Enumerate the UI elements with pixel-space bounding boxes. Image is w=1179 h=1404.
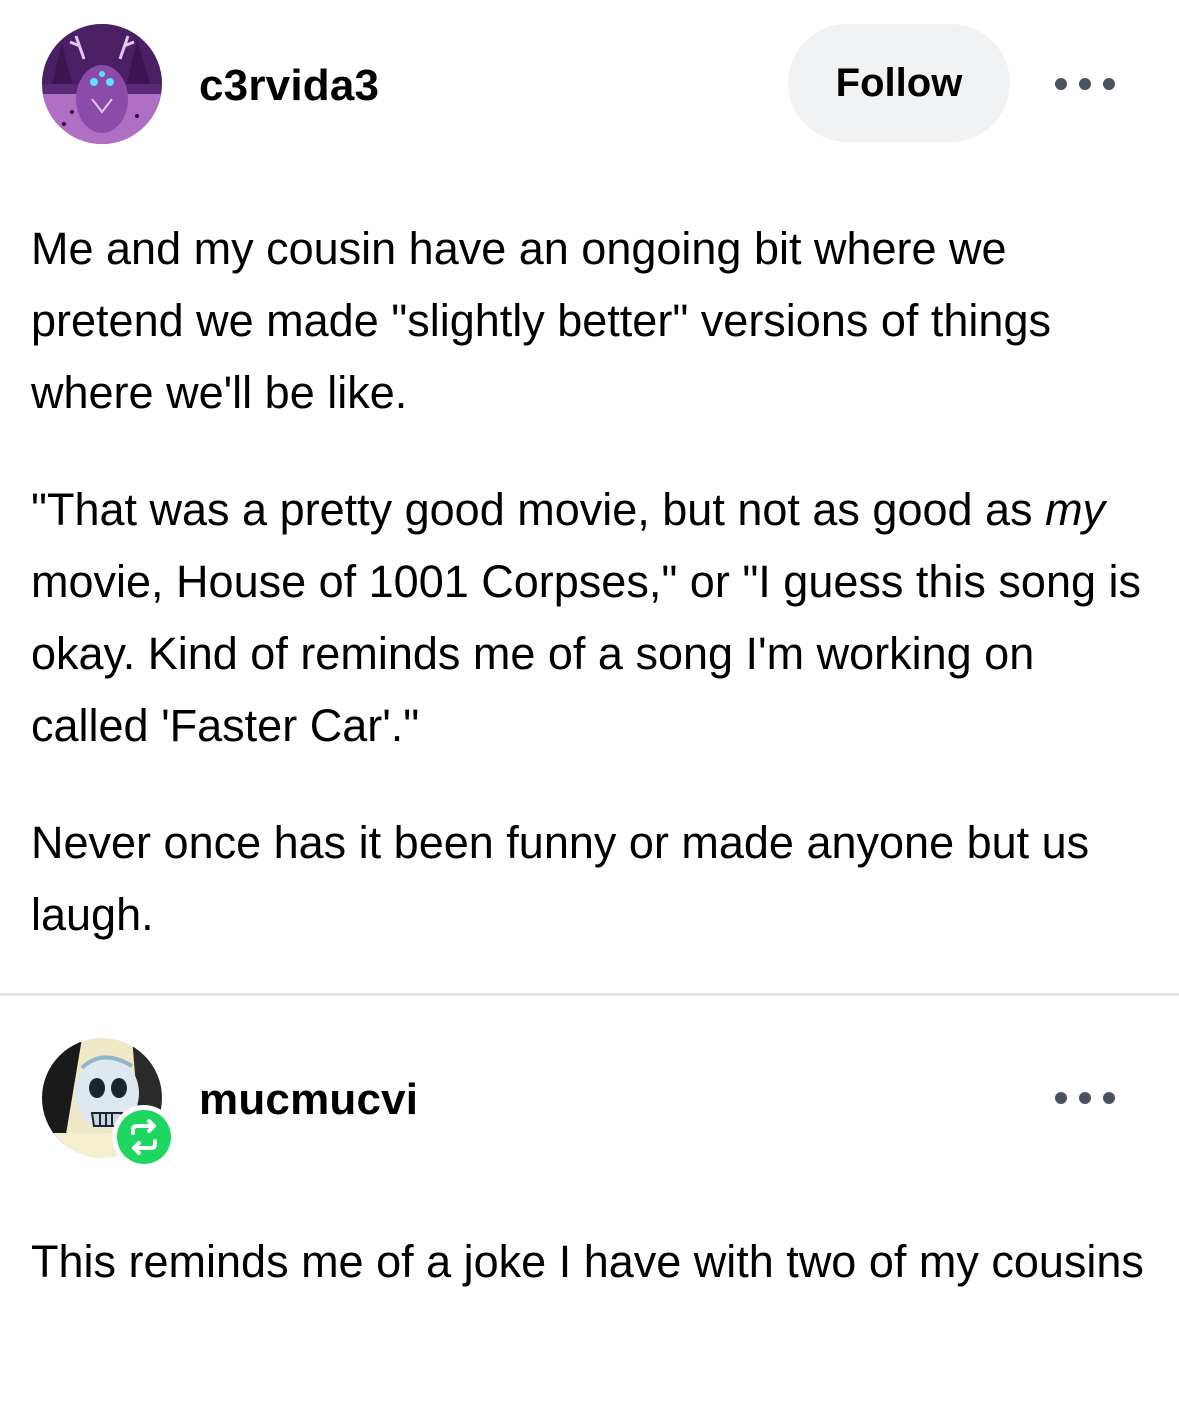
paragraph-text: "That was a pretty good movie, but not a… bbox=[31, 484, 1046, 535]
divider bbox=[0, 993, 1179, 996]
post-paragraph: Never once has it been funny or made any… bbox=[31, 817, 1090, 940]
post-paragraph: "That was a pretty good movie, but not a… bbox=[31, 474, 1161, 762]
more-horizontal-icon[interactable] bbox=[1055, 74, 1115, 94]
username[interactable]: c3rvida3 bbox=[199, 60, 379, 112]
follow-button[interactable]: Follow bbox=[788, 24, 1010, 142]
purple-deer-avatar-icon bbox=[42, 24, 162, 144]
post-paragraph: This reminds me of a joke I have with tw… bbox=[31, 1236, 1144, 1287]
avatar[interactable] bbox=[42, 24, 162, 144]
post-c3rvida3: c3rvida3 Follow Me and my cousin have an… bbox=[0, 0, 1179, 995]
more-horizontal-icon[interactable] bbox=[1055, 1088, 1115, 1108]
emphasis-text: my bbox=[1045, 484, 1106, 535]
post-paragraph: Me and my cousin have an ongoing bit whe… bbox=[31, 223, 1051, 418]
post-mucmucvi bbox=[0, 997, 1179, 1404]
reblog-badge bbox=[112, 1105, 176, 1169]
post-body: This reminds me of a joke I have with tw… bbox=[31, 1226, 1161, 1298]
reblog-icon bbox=[131, 1119, 157, 1155]
post-body: Me and my cousin have an ongoing bit whe… bbox=[31, 213, 1161, 951]
username[interactable]: mucmucvi bbox=[199, 1074, 418, 1126]
paragraph-text: movie, House of 1001 Corpses," or "I gue… bbox=[31, 556, 1141, 751]
